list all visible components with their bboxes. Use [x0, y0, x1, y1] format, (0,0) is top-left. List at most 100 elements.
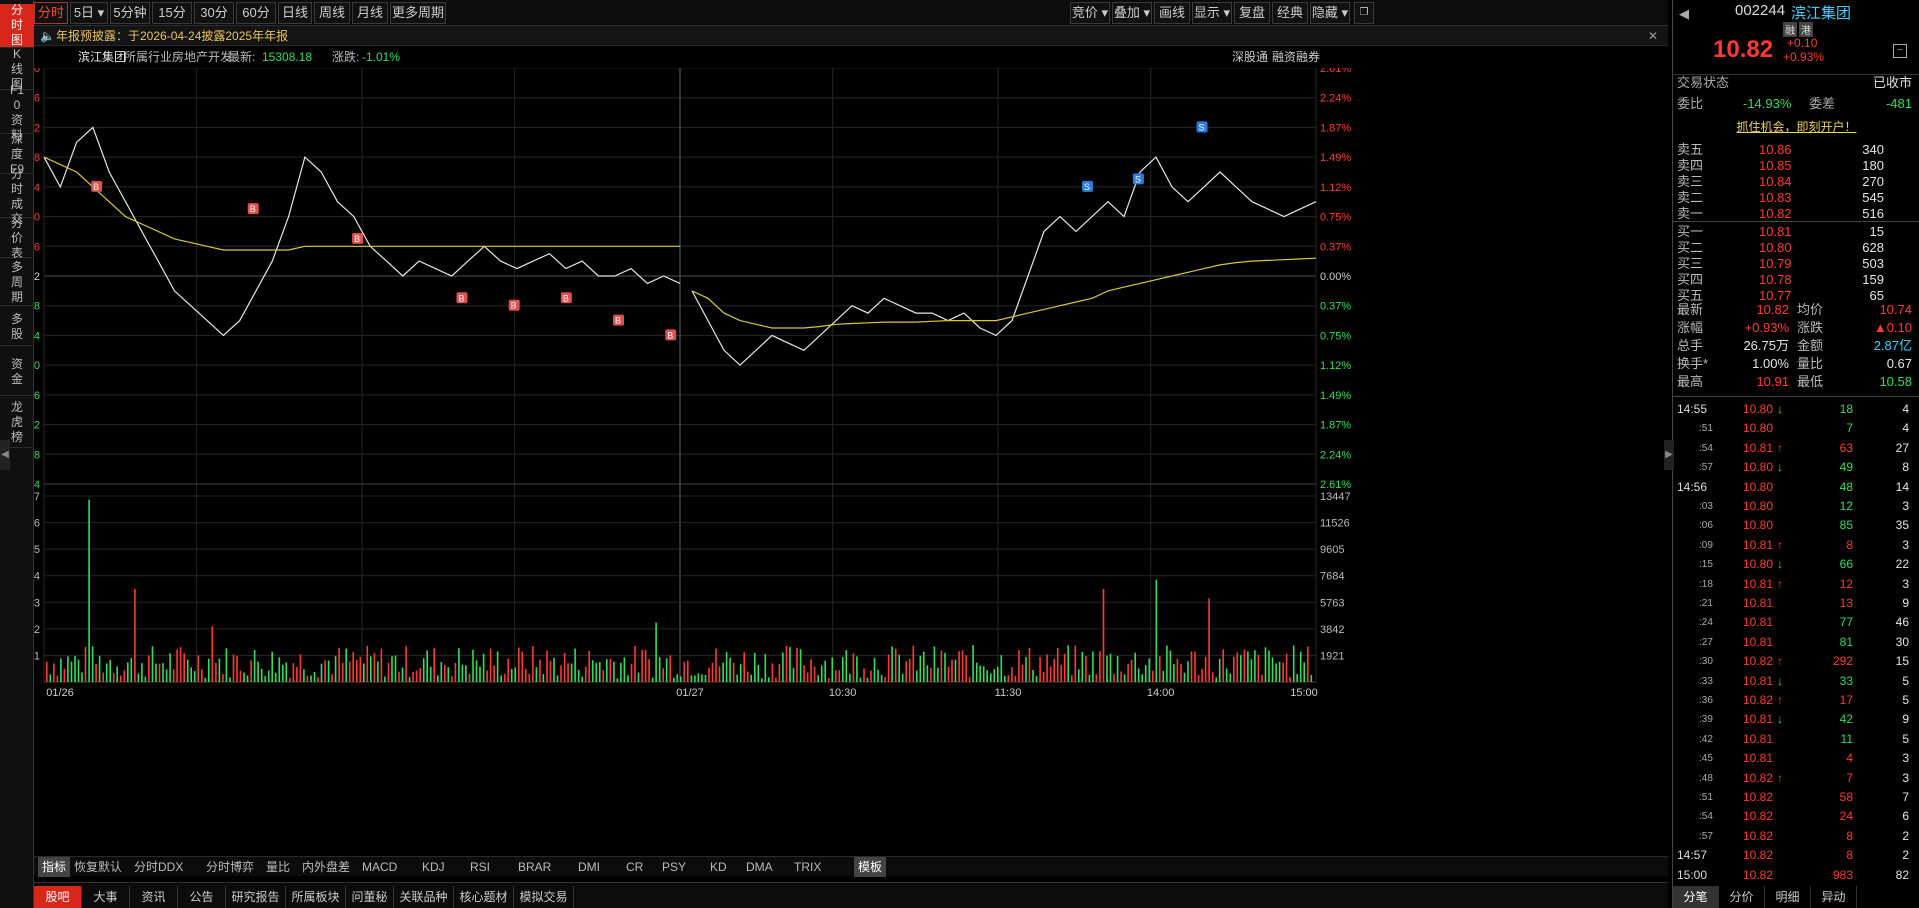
indicator-tab-11[interactable]: CR: [626, 857, 643, 877]
volume-bar: [165, 669, 168, 682]
indicator-tab-2[interactable]: 分时DDX: [134, 857, 183, 877]
tool-btn-1[interactable]: 叠加 ▾: [1112, 2, 1152, 24]
rail-tab-7[interactable]: 多股: [0, 308, 34, 346]
period-btn-7[interactable]: 周线: [314, 2, 350, 24]
intraday-chart[interactable]: 11.00 10.96 10.92 10.88 10.84 10.80 10.76 10.72…: [34, 68, 1364, 854]
volume-bar: [746, 671, 749, 682]
period-btn-6[interactable]: 日线: [278, 2, 312, 24]
stock-code: 002244: [1735, 2, 1786, 19]
prev-stock-icon[interactable]: ◀: [1679, 6, 1689, 22]
rail-tab-4[interactable]: 分时成交: [0, 167, 34, 226]
rail-tab-5[interactable]: 分价表: [0, 216, 34, 260]
volume-bar: [1000, 655, 1003, 682]
down-arrow-icon: ↓: [1777, 402, 1783, 416]
bottom-tab-6[interactable]: 问董秘: [346, 886, 394, 908]
volume-bar: [440, 662, 443, 682]
tool-btn-5[interactable]: 经典: [1272, 2, 1308, 24]
bottom-tab-9[interactable]: 模拟交易: [514, 886, 574, 908]
bid-row: 买二 10.80 628: [1673, 240, 1919, 256]
volume-bar: [1247, 651, 1249, 682]
volume-bar: [930, 667, 932, 682]
tool-btn-2[interactable]: 画线: [1154, 2, 1190, 24]
tick-row: :45 10.81 4 3: [1673, 749, 1913, 768]
period-btn-3[interactable]: 15分钟: [152, 2, 192, 40]
tool-btn-4[interactable]: 复盘: [1234, 2, 1270, 24]
level-volume: 15: [1869, 224, 1884, 239]
minimize-icon[interactable]: −: [1893, 44, 1907, 58]
rail-tab-0[interactable]: 分时图: [0, 3, 34, 48]
indicator-tab-14[interactable]: DMA: [746, 857, 773, 877]
indicator-tab-15[interactable]: TRIX: [794, 857, 821, 877]
indicator-tab-7[interactable]: KDJ: [422, 857, 445, 877]
link-margin[interactable]: 融资融券: [1272, 46, 1320, 68]
volume-bar: [521, 651, 524, 682]
volume-bar: [296, 667, 298, 682]
tick-volume: 17: [1839, 693, 1853, 707]
indicator-tab-13[interactable]: KD: [710, 857, 727, 877]
volume-bar: [461, 664, 464, 682]
period-btn-0[interactable]: 分时: [34, 2, 68, 24]
expand-left-icon[interactable]: ◀: [0, 440, 10, 470]
right-tab-2[interactable]: 明细: [1765, 886, 1811, 908]
window-restore-icon[interactable]: ❐: [1354, 2, 1374, 24]
y-tick-label: 10.56: [34, 390, 40, 402]
right-tab-3[interactable]: 异动: [1811, 886, 1857, 908]
collapse-right-icon[interactable]: ▶: [1664, 440, 1674, 470]
period-btn-2[interactable]: 5分钟: [110, 2, 150, 24]
indicator-tab-3[interactable]: 分时博弈: [206, 857, 254, 877]
bottom-tab-1[interactable]: 大事: [82, 886, 130, 908]
volume-bar: [532, 646, 534, 682]
volume-bar: [1102, 589, 1105, 682]
rail-tab-6[interactable]: 多周期: [0, 260, 34, 306]
right-tab-0[interactable]: 分笔: [1673, 886, 1719, 908]
bottom-tab-2[interactable]: 资讯: [130, 886, 178, 908]
bottom-tab-5[interactable]: 所属板块: [286, 886, 346, 908]
right-tab-1[interactable]: 分价: [1719, 886, 1765, 908]
volume-bar: [313, 672, 316, 682]
bottom-tab-4[interactable]: 研究报告: [226, 886, 286, 908]
level-price: 10.80: [1759, 240, 1792, 255]
indicator-tab-5[interactable]: 内外盘差: [302, 857, 350, 877]
tick-row: :39 10.81 ↓ 42 9: [1673, 710, 1913, 729]
volume-bar: [912, 645, 915, 682]
bottom-tab-3[interactable]: 公告: [178, 886, 226, 908]
indicator-tab-10[interactable]: DMI: [578, 857, 600, 877]
period-btn-5[interactable]: 60分钟: [236, 2, 276, 40]
volume-bar: [947, 666, 950, 682]
indicator-tab-4[interactable]: 量比: [266, 857, 290, 877]
account-ad[interactable]: 抓住机会，即刻开户！: [1673, 118, 1919, 135]
tool-btn-0[interactable]: 竞价 ▾: [1070, 2, 1110, 24]
notice-text[interactable]: 年报预披露：于2026-04-24披露2025年年报: [56, 26, 288, 46]
volume-bar: [817, 675, 819, 682]
volume-bar: [507, 658, 509, 682]
rail-tab-8[interactable]: 资金: [0, 348, 34, 396]
bottom-tab-7[interactable]: 关联品种: [394, 886, 454, 908]
close-icon[interactable]: ✕: [1648, 26, 1658, 46]
volume-bar: [380, 648, 383, 682]
indicator-tab-1[interactable]: 恢复默认: [74, 857, 122, 877]
volume-bar: [1095, 674, 1098, 682]
period-btn-1[interactable]: 5日 ▾: [70, 2, 108, 24]
bottom-tab-0[interactable]: 股吧: [34, 886, 82, 908]
volume-bar: [990, 673, 992, 682]
industry-value[interactable]: 房地产开发: [172, 46, 232, 68]
indicator-tab-6[interactable]: MACD: [362, 857, 397, 877]
volume-bar: [1271, 657, 1274, 682]
indicator-bar: 指标 恢复默认 分时DDX 分时博弈 量比 内外盘差 MACD KDJ RSI BRAR DMI CR…: [34, 856, 1668, 877]
y-tick-label: 10.96: [34, 93, 40, 105]
tool-btn-6[interactable]: 隐藏 ▾: [1310, 2, 1350, 24]
volume-bar: [729, 657, 731, 682]
indicator-tab-0[interactable]: 指标: [38, 857, 71, 877]
indicator-tab-9[interactable]: BRAR: [518, 857, 551, 877]
up-arrow-icon: ↑: [1777, 537, 1783, 552]
period-btn-9[interactable]: 更多周期 ▾: [390, 2, 446, 40]
link-hk-connect[interactable]: 深股通: [1232, 46, 1268, 68]
bottom-tab-8[interactable]: 核心题材: [454, 886, 514, 908]
indicator-tab-12[interactable]: PSY: [662, 857, 686, 877]
indicator-tab-8[interactable]: RSI: [470, 857, 490, 877]
indicator-tab-16[interactable]: 模板: [854, 857, 887, 877]
period-btn-4[interactable]: 30分钟: [194, 2, 234, 40]
period-btn-8[interactable]: 月线: [352, 2, 388, 24]
tool-btn-3[interactable]: 显示 ▾: [1192, 2, 1232, 24]
rail-tab-2[interactable]: F10资料: [0, 83, 34, 142]
